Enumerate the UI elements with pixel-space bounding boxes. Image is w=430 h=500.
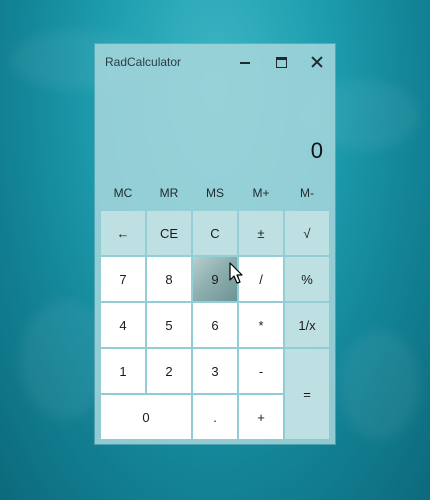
calculator-window: RadCalculator 0 MC MR MS M+ M- ← CE C ±: [95, 44, 335, 444]
memory-row: MC MR MS M+ M-: [100, 182, 330, 204]
digit-7-button[interactable]: 7: [101, 257, 145, 301]
multiply-button[interactable]: *: [239, 303, 283, 347]
digit-6-button[interactable]: 6: [193, 303, 237, 347]
water-light-patch: [340, 330, 420, 440]
reciprocal-button[interactable]: 1/x: [285, 303, 329, 347]
decimal-point-button[interactable]: .: [193, 395, 237, 439]
negate-button[interactable]: ±: [239, 211, 283, 255]
title-bar[interactable]: RadCalculator: [95, 44, 335, 80]
digit-3-button[interactable]: 3: [193, 349, 237, 393]
divide-button[interactable]: /: [239, 257, 283, 301]
digit-5-button[interactable]: 5: [147, 303, 191, 347]
close-icon: [311, 56, 323, 68]
app-title: RadCalculator: [105, 55, 182, 69]
clear-button[interactable]: C: [193, 211, 237, 255]
memory-clear-button[interactable]: MC: [100, 182, 146, 204]
keypad: ← CE C ± √ 7 8 9 / % 4 5 6 * 1/x 1 2 3 -…: [100, 210, 330, 440]
subtract-button[interactable]: -: [239, 349, 283, 393]
digit-0-button[interactable]: 0: [101, 395, 191, 439]
digit-1-button[interactable]: 1: [101, 349, 145, 393]
memory-store-button[interactable]: MS: [192, 182, 238, 204]
digit-4-button[interactable]: 4: [101, 303, 145, 347]
digit-8-button[interactable]: 8: [147, 257, 191, 301]
memory-add-button[interactable]: M+: [238, 182, 284, 204]
digit-2-button[interactable]: 2: [147, 349, 191, 393]
mouse-pointer-icon: [229, 262, 243, 284]
square-root-button[interactable]: √: [285, 211, 329, 255]
backspace-button[interactable]: ←: [101, 211, 145, 255]
minimize-icon: [240, 62, 250, 64]
memory-subtract-button[interactable]: M-: [284, 182, 330, 204]
close-button[interactable]: [303, 50, 331, 74]
display-value: 0: [310, 138, 323, 163]
percent-button[interactable]: %: [285, 257, 329, 301]
equals-button[interactable]: =: [285, 349, 329, 439]
maximize-button[interactable]: [267, 50, 295, 74]
desktop-background: RadCalculator 0 MC MR MS M+ M- ← CE C ±: [0, 0, 430, 500]
clear-entry-button[interactable]: CE: [147, 211, 191, 255]
minimize-button[interactable]: [231, 50, 259, 74]
add-button[interactable]: +: [239, 395, 283, 439]
maximize-icon: [275, 56, 287, 68]
memory-recall-button[interactable]: MR: [146, 182, 192, 204]
